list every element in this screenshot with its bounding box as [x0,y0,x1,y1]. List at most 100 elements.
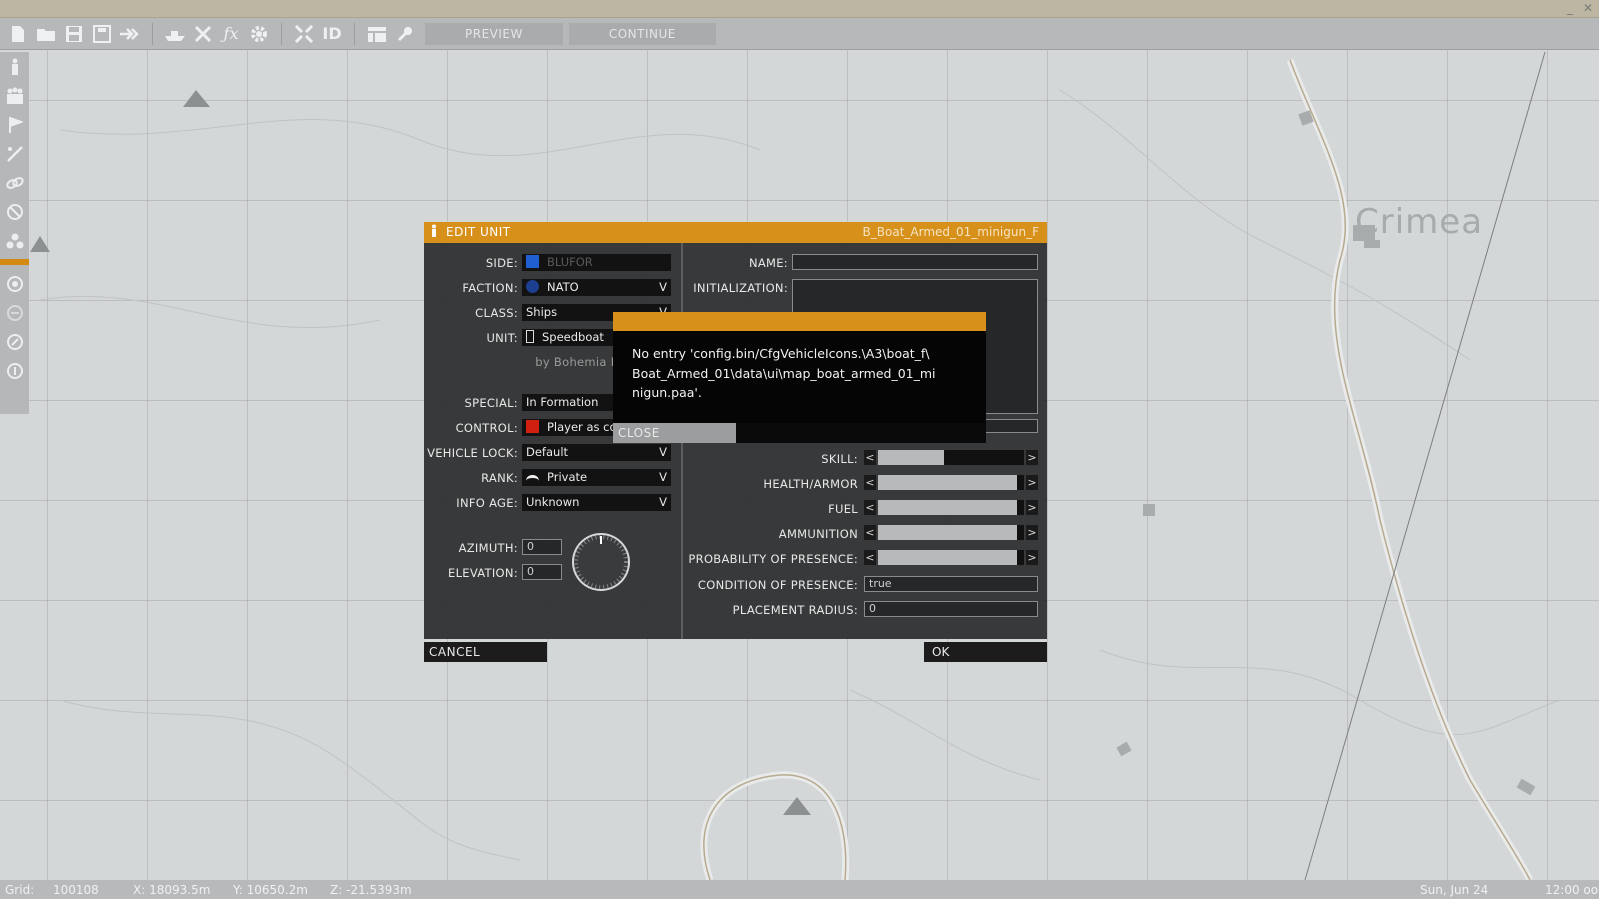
id-icon[interactable]: ID [321,23,343,45]
faction-label: FACTION: [462,281,518,295]
mission-time: 12:00 oo [1545,882,1599,897]
fuel-decrease-button[interactable]: < [864,500,876,515]
slider-fill [878,450,944,465]
placement-radius-input[interactable]: 0 [864,601,1038,617]
open-folder-icon[interactable] [35,23,57,45]
side-field: BLUFOR [522,254,671,271]
unit-value: Speedboat [542,330,604,344]
fuel-slider[interactable]: < > [864,500,1038,515]
new-file-icon[interactable] [7,23,29,45]
control-label: CONTROL: [455,421,518,435]
function-icon[interactable]: ƒx [220,23,242,45]
skill-decrease-button[interactable]: < [864,450,876,465]
ammunition-slider[interactable]: < > [864,525,1038,540]
info-age-select[interactable]: Unknown V [522,494,671,511]
slider-fill [878,525,1017,540]
fuel-label: FUEL [828,502,858,516]
status-bar: Grid: 100108 X: 18093.5m Y: 10650.2m Z: … [0,880,1599,899]
tools-icon[interactable] [192,23,214,45]
gear-icon[interactable] [248,23,270,45]
toolbar-separator [152,22,153,45]
group-icon[interactable] [0,81,29,110]
left-toolbar [0,52,29,414]
trigger-icon[interactable] [0,197,29,226]
rank-label: RANK: [481,471,518,485]
wrench-icon[interactable] [394,23,416,45]
side-color-swatch [526,255,539,268]
waypoint-flag-icon[interactable] [0,110,29,139]
ammo-increase-button[interactable]: > [1026,525,1038,540]
export-icon[interactable] [119,23,141,45]
chevron-down-icon: V [659,495,667,509]
faction-value: NATO [547,280,579,294]
close-window-button[interactable]: ✕ [1583,1,1593,15]
save-as-icon[interactable] [91,23,113,45]
dialog-title: EDIT UNIT [446,225,511,239]
rank-chevron-icon [526,475,539,481]
probability-decrease-button[interactable]: < [864,550,876,565]
module-4-icon[interactable] [0,356,29,385]
save-icon[interactable] [63,23,85,45]
azimuth-dial[interactable] [571,532,631,596]
info-age-label: INFO AGE: [456,496,518,510]
chevron-down-icon: V [659,470,667,484]
probability-increase-button[interactable]: > [1026,550,1038,565]
table-icon[interactable] [366,23,388,45]
special-label: SPECIAL: [464,396,518,410]
mission-date: Sun, Jun 24 [1420,882,1489,897]
module-3-icon[interactable] [0,327,29,356]
error-message: No entry 'config.bin/CfgVehicleIcons.\A3… [613,331,986,423]
health-armor-slider[interactable]: < > [864,475,1038,490]
class-label: CLASS: [475,306,518,320]
preview-button[interactable]: PREVIEW [425,22,563,45]
error-footer [736,423,986,443]
y-coordinate: Y: 10650.2m [233,882,308,897]
ammo-decrease-button[interactable]: < [864,525,876,540]
sync-icon[interactable] [0,139,29,168]
skill-slider[interactable]: < > [864,450,1038,465]
unit-author: by Bohemia In [535,355,622,369]
condition-input[interactable]: true [864,576,1038,592]
expand-icon[interactable] [293,23,315,45]
vehicle-lock-label: VEHICLE LOCK: [427,446,518,460]
health-increase-button[interactable]: > [1026,475,1038,490]
x-coordinate: X: 18093.5m [133,882,211,897]
condition-label: CONDITION OF PRESENCE: [697,578,858,592]
error-title-bar [613,312,986,331]
name-input[interactable] [792,254,1038,270]
fuel-increase-button[interactable]: > [1026,500,1038,515]
azimuth-input[interactable]: 0 [522,539,562,555]
continue-button[interactable]: CONTINUE [568,22,716,45]
marker-icon[interactable] [0,226,29,255]
ok-button[interactable]: OK [924,642,1047,662]
ammunition-label: AMMUNITION [778,527,858,541]
skill-increase-button[interactable]: > [1026,450,1038,465]
soldier-icon[interactable] [0,52,29,81]
ship-icon[interactable] [164,23,186,45]
class-value: Ships [526,305,558,319]
control-color-swatch [526,420,539,433]
special-value: In Formation [526,395,599,409]
top-toolbar: ƒx ID PREVIEW CONTINUE [0,18,1599,50]
close-button[interactable]: CLOSE [613,423,736,443]
nato-icon [526,280,539,293]
probability-slider[interactable]: < > [864,550,1038,565]
sidebar-active-indicator [0,259,29,265]
unit-classname: B_Boat_Armed_01_minigun_F [862,225,1039,239]
initialization-label: INITIALIZATION: [693,281,788,295]
grid-value: 100108 [53,882,99,897]
info-age-value: Unknown [526,495,580,509]
map-location-label: Crimea [1355,202,1484,242]
link-icon[interactable] [0,168,29,197]
faction-select[interactable]: NATO V [522,279,671,296]
minimize-button[interactable]: _ [1567,1,1573,15]
module-2-icon[interactable] [0,298,29,327]
elevation-input[interactable]: 0 [522,564,562,580]
health-decrease-button[interactable]: < [864,475,876,490]
unit-label: UNIT: [486,331,518,345]
rank-select[interactable]: Private V [522,469,671,486]
module-1-icon[interactable] [0,269,29,298]
soldier-icon [429,224,439,242]
elevation-label: ELEVATION: [448,566,518,580]
cancel-button[interactable]: CANCEL [424,642,547,662]
